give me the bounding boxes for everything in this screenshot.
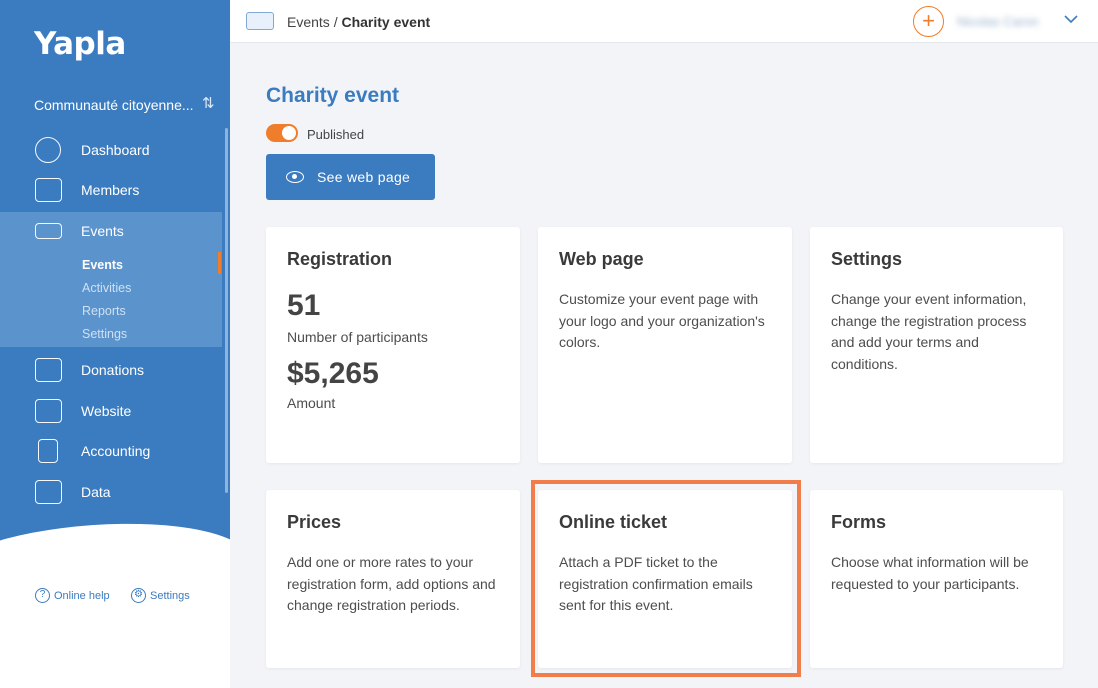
card-title: Registration [287, 249, 393, 269]
calculator-icon [38, 439, 58, 463]
card-description: Choose what information will be requeste… [831, 554, 1029, 592]
sidebar-item-label: Data [81, 484, 111, 500]
card-title: Forms [831, 512, 887, 532]
amount-label: Amount [287, 394, 336, 411]
data-report-icon [35, 480, 62, 504]
active-subitem-marker [218, 252, 221, 274]
gear-icon: ⚙ [131, 588, 146, 603]
sidebar-item-label: Events [81, 223, 124, 239]
online-help-label: Online help [54, 589, 110, 602]
sidebar-item-label: Website [81, 403, 132, 419]
chevron-down-icon[interactable] [1064, 12, 1078, 26]
participants-label: Number of participants [287, 329, 428, 345]
ticket-icon [35, 223, 62, 239]
sidebar-item-data[interactable]: Data [0, 474, 222, 510]
add-button[interactable]: + [913, 6, 944, 37]
donation-hand-icon [35, 358, 62, 382]
organization-name[interactable]: Communauté citoyenne... [34, 97, 199, 113]
page-title: Charity event [266, 84, 400, 107]
card-title: Web page [559, 249, 644, 269]
sidebar-subitem-reports[interactable]: Reports [82, 304, 126, 318]
web-page-card[interactable]: Web page Customize your event page with … [538, 227, 792, 463]
card-description: Change your event information, change th… [831, 291, 1027, 372]
sidebar-subitem-events[interactable]: Events [82, 258, 123, 272]
sidebar-item-donations[interactable]: Donations [0, 352, 222, 388]
sidebar-item-label: Accounting [81, 443, 151, 459]
registration-card[interactable]: Registration 51 Number of participants $… [266, 227, 520, 463]
breadcrumb-parent[interactable]: Events [287, 14, 330, 30]
sidebar-scrollbar[interactable] [225, 128, 228, 493]
sidebar: Yapla Communauté citoyenne... ⇅ Dashboar… [0, 0, 230, 688]
switch-organization-icon[interactable]: ⇅ [202, 94, 215, 112]
topbar: Events / Charity event + Nicolas Caron [230, 0, 1098, 43]
sidebar-subitem-settings[interactable]: Settings [82, 327, 127, 341]
eye-icon [286, 171, 304, 183]
sidebar-item-members[interactable]: Members [0, 172, 222, 208]
website-icon [35, 399, 62, 423]
published-label: Published [307, 127, 365, 142]
breadcrumb-separator: / [333, 14, 338, 30]
forms-card[interactable]: Forms Choose what information will be re… [810, 490, 1063, 668]
speedometer-icon [35, 137, 61, 163]
participants-count: 51 [287, 289, 321, 322]
sidebar-item-website[interactable]: Website [0, 393, 222, 429]
card-title: Prices [287, 512, 342, 532]
sidebar-item-label: Members [81, 182, 140, 198]
amount-value: $5,265 [287, 356, 379, 390]
sidebar-item-events[interactable]: Events [0, 213, 222, 249]
card-title: Settings [831, 249, 903, 269]
card-description: Add one or more rates to your registrati… [287, 554, 496, 613]
app-logo[interactable]: Yapla [34, 26, 126, 62]
members-card-icon [35, 178, 62, 202]
prices-card[interactable]: Prices Add one or more rates to your reg… [266, 490, 520, 668]
ticket-icon [246, 12, 274, 30]
settings-link[interactable]: ⚙ Settings [131, 588, 190, 603]
settings-label: Settings [150, 589, 190, 602]
see-web-page-label: See web page [317, 169, 411, 185]
online-help-link[interactable]: ? Online help [35, 588, 110, 603]
settings-card[interactable]: Settings Change your event information, … [810, 227, 1063, 463]
sidebar-subitem-activities[interactable]: Activities [82, 281, 131, 295]
user-name[interactable]: Nicolas Caron [957, 14, 1039, 29]
sidebar-item-label: Dashboard [81, 142, 150, 158]
sidebar-item-label: Donations [81, 362, 145, 378]
sidebar-item-dashboard[interactable]: Dashboard [0, 132, 222, 168]
highlight-box [531, 480, 801, 677]
card-description: Customize your event page with your logo… [559, 291, 765, 350]
see-web-page-button[interactable]: See web page [266, 154, 435, 200]
help-icon: ? [35, 588, 50, 603]
breadcrumb-current: Charity event [341, 14, 431, 30]
breadcrumb: Events / Charity event [287, 14, 430, 30]
sidebar-item-accounting[interactable]: Accounting [0, 433, 222, 469]
published-toggle[interactable] [266, 124, 298, 142]
